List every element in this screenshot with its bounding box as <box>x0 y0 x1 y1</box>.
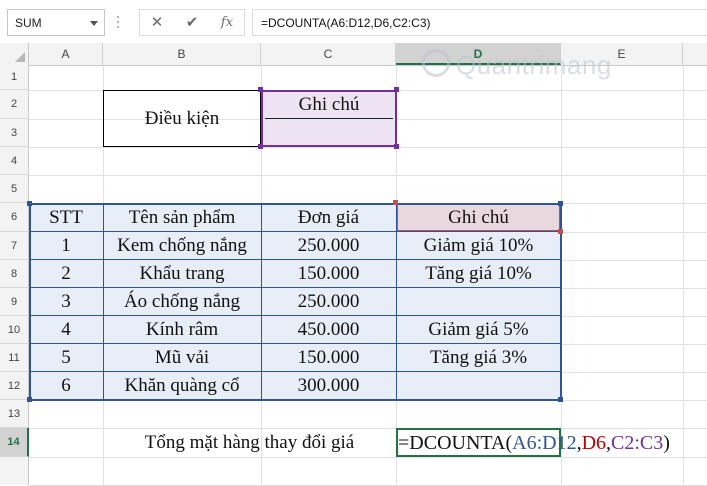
row-header-6[interactable]: 6 <box>0 203 29 232</box>
table-cell: Khẩu trang <box>139 263 225 284</box>
row-header-11[interactable]: 11 <box>0 344 29 372</box>
table-cell: 250.000 <box>297 235 360 256</box>
table-cell: Kem chống nắng <box>117 235 247 256</box>
table-cell <box>396 288 561 316</box>
table-cell: 1 <box>61 235 71 256</box>
logo-icon <box>422 49 450 77</box>
range-handle[interactable] <box>258 144 263 149</box>
formula-buttons: ✕ ✔ fx <box>139 9 245 36</box>
table-cell: Áo chống nắng <box>123 291 241 312</box>
table-cell: 6 <box>61 375 71 396</box>
table-cell: 300.000 <box>297 375 360 396</box>
select-all-button[interactable] <box>0 43 29 65</box>
column-header-a[interactable]: A <box>29 43 103 65</box>
row-header-2[interactable]: 2 <box>0 90 29 119</box>
row-header-5[interactable]: 5 <box>0 175 29 203</box>
column-header-b[interactable]: B <box>103 43 261 65</box>
formula-ref-field: D6 <box>581 432 607 454</box>
table-cell: Mũ vải <box>154 347 210 368</box>
table-cell: Khăn quàng cổ <box>124 375 240 396</box>
range-handle[interactable] <box>394 87 399 92</box>
row-header-8[interactable]: 8 <box>0 260 29 288</box>
row-header-12[interactable]: 12 <box>0 372 29 400</box>
table-cell <box>396 372 561 400</box>
cell-formula-editor[interactable]: =DCOUNTA(A6:D12,D6,C2:C3) <box>398 430 670 456</box>
row-header-7[interactable]: 7 <box>0 232 29 260</box>
criteria-header: Ghi chú <box>298 94 360 115</box>
formula-suffix: ) <box>663 432 670 454</box>
row-header-13[interactable]: 13 <box>0 400 29 428</box>
watermark-text: Quantrimang <box>456 50 612 80</box>
table-cell: 150.000 <box>297 263 360 284</box>
table-cell: Giảm giá 5% <box>428 319 529 340</box>
row-header-14[interactable]: 14 <box>0 428 29 457</box>
table-header: Đơn giá <box>297 207 360 228</box>
row-header-15-partial <box>0 457 29 485</box>
table-cell: 250.000 <box>297 291 360 312</box>
range-handle[interactable] <box>394 144 399 149</box>
summary-label: Tổng mặt hàng thay đổi giá <box>144 432 355 453</box>
formula-text: =DCOUNTA(A6:D12,D6,C2:C3) <box>261 16 431 30</box>
criteria-label: Điều kiện <box>144 108 220 129</box>
table-cell: 2 <box>61 263 71 284</box>
row-header-9[interactable]: 9 <box>0 288 29 316</box>
insert-function-icon[interactable]: fx <box>215 13 239 33</box>
watermark-logo: Quantrimang <box>422 47 632 81</box>
table-cell: 150.000 <box>297 347 360 368</box>
name-box[interactable]: SUM <box>7 9 105 36</box>
table-header: STT <box>49 207 83 228</box>
row-header-10[interactable]: 10 <box>0 316 29 344</box>
table-cell: 4 <box>61 319 71 340</box>
formula-input[interactable]: =DCOUNTA(A6:D12,D6,C2:C3) <box>252 9 707 36</box>
row-header-4[interactable]: 4 <box>0 147 29 175</box>
drag-handle-icon[interactable] <box>113 13 123 33</box>
table-cell: 3 <box>61 291 71 312</box>
chevron-down-icon[interactable] <box>90 21 98 26</box>
table-header: Tên sản phẩm <box>128 207 236 228</box>
table-cell: Kính râm <box>145 319 219 340</box>
table-cell: 5 <box>61 347 71 368</box>
formula-ref-criteria: C2:C3 <box>611 432 664 454</box>
row-header-3[interactable]: 3 <box>0 119 29 147</box>
enter-icon[interactable]: ✔ <box>180 13 204 33</box>
table-cell: 450.000 <box>297 319 360 340</box>
formula-ref-database: A6:D12 <box>512 432 577 454</box>
column-header-c[interactable]: C <box>261 43 396 65</box>
row-header-1[interactable]: 1 <box>0 65 29 90</box>
cancel-icon[interactable]: ✕ <box>145 13 169 33</box>
name-box-value: SUM <box>15 16 42 30</box>
range-handle[interactable] <box>258 87 263 92</box>
table-cell: Giảm giá 10% <box>423 235 534 256</box>
table-cell: Tăng giá 10% <box>425 263 532 284</box>
table-cell: Tăng giá 3% <box>429 347 528 368</box>
formula-prefix: =DCOUNTA( <box>398 432 513 454</box>
table-header: Ghi chú <box>448 207 509 228</box>
